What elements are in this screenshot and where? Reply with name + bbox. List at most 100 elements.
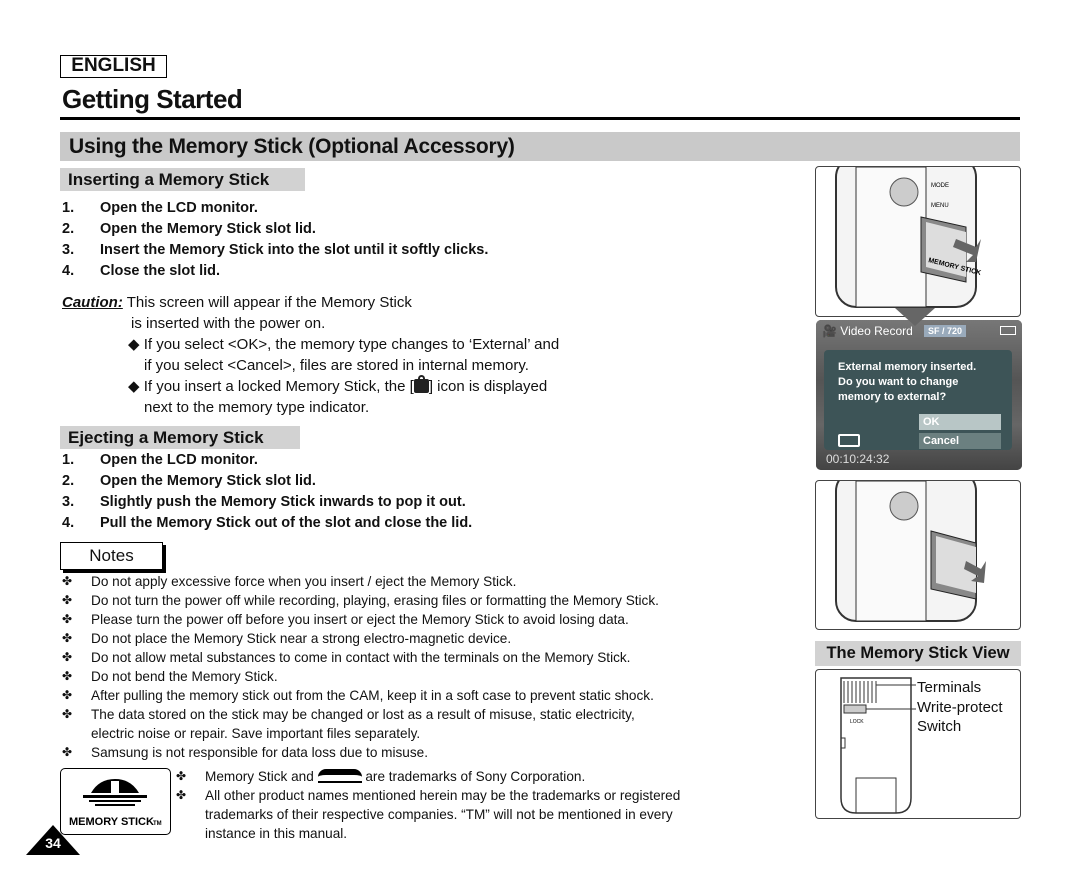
dialog-line: memory to external? — [838, 391, 947, 403]
step-text: Open the Memory Stick slot lid. — [100, 221, 316, 237]
camera-insert-image: MODE MENU MEMORY STICK — [835, 167, 982, 308]
step: 1. Open the LCD monitor. — [62, 200, 662, 221]
step-text: Open the Memory Stick slot lid. — [100, 473, 316, 489]
note-text: Please turn the power off before you ins… — [91, 612, 629, 627]
memory-stick-logo-icon: MEMORY STICK TM — [69, 779, 162, 828]
caution-bullet: if you select <Cancel>, files are stored… — [144, 357, 529, 374]
lcd-screen: 🎥 Video Record SF / 720 External memory … — [816, 320, 1022, 470]
dialog-line: Do you want to change — [838, 376, 959, 388]
note-item: ✤ Please turn the power off before you in… — [62, 612, 742, 631]
svg-text:MODE: MODE — [931, 183, 949, 189]
page-number: 34 — [45, 835, 61, 851]
step: 4. Close the slot lid. — [62, 263, 662, 284]
trademark-text: All other product names mentioned herein… — [205, 788, 681, 803]
bullet-icon: ✤ — [176, 788, 187, 802]
step-number: 4. — [62, 515, 75, 531]
caution-text: This screen will appear if the Memory St… — [126, 294, 412, 311]
note-item: ✤ Samsung is not responsible for data los… — [62, 745, 742, 764]
memory-card-icon — [838, 434, 860, 447]
caution-bullet: ] icon is displayed — [428, 378, 548, 395]
step-text: Insert the Memory Stick into the slot un… — [100, 242, 489, 258]
stick-view-illustration: LOCK Terminals Write-protect Switch — [815, 669, 1021, 819]
svg-text:MEMORY STICK: MEMORY STICK — [69, 816, 154, 828]
bullet-icon: ✤ — [62, 707, 73, 721]
step: 4. Pull the Memory Stick out of the slot … — [62, 515, 662, 536]
stick-view-heading: The Memory Stick View — [815, 641, 1021, 666]
note-text: electric noise or repair. Save important… — [91, 726, 421, 741]
step-number: 2. — [62, 473, 75, 489]
ok-button[interactable]: OK — [919, 414, 1001, 430]
trademark-text: trademarks of their respective companies… — [205, 807, 673, 822]
note-text: Do not turn the power off while recordin… — [91, 593, 659, 608]
step: 1. Open the LCD monitor. — [62, 452, 662, 473]
terminals-label: Terminals — [917, 679, 982, 696]
step-number: 2. — [62, 221, 75, 237]
note-item: ✤ Do not allow metal substances to come i… — [62, 650, 742, 669]
bullet-icon: ✤ — [62, 745, 73, 759]
step-text: Open the LCD monitor. — [100, 452, 258, 468]
title-rule — [60, 117, 1020, 120]
trademark-text: Memory Stick and — [205, 769, 314, 784]
lcd-dialog: External memory inserted. Do you want to… — [824, 350, 1012, 450]
note-text: Do not place the Memory Stick near a str… — [91, 631, 512, 646]
caution-label: Caution: — [62, 294, 123, 311]
trademark-text: are trademarks of Sony Corporation. — [365, 769, 586, 784]
chapter-title: Getting Started — [62, 84, 243, 114]
note-item: ✤ The data stored on the stick may be cha… — [62, 707, 742, 726]
inserting-steps: 1. Open the LCD monitor. 2. Open the Memor… — [62, 200, 662, 284]
note-text: The data stored on the stick may be chan… — [91, 707, 635, 722]
camcorder-icon: 🎥 — [822, 324, 837, 338]
step-text: Pull the Memory Stick out of the slot an… — [100, 515, 473, 531]
inserting-heading: Inserting a Memory Stick — [60, 168, 305, 191]
lcd-mode-text: Video Record — [840, 324, 913, 338]
step: 3. Slightly push the Memory Stick inwards… — [62, 494, 662, 515]
bullet-icon: ✤ — [62, 650, 73, 664]
battery-icon — [1000, 326, 1016, 335]
step-text: Close the slot lid. — [100, 263, 221, 279]
caution-bullet: ◆ If you select <OK>, the memory type ch… — [128, 336, 560, 353]
trademark-notes: ✤ Memory Stick and are trademarks of Sony… — [176, 769, 756, 845]
step-text: Slightly push the Memory Stick inwards t… — [100, 494, 466, 510]
step: 2. Open the Memory Stick slot lid. — [62, 221, 662, 242]
svg-text:LOCK: LOCK — [850, 719, 864, 725]
step-number: 3. — [62, 242, 75, 258]
bullet-icon: ✤ — [62, 593, 73, 607]
insert-illustration: MODE MENU MEMORY STICK — [815, 166, 1021, 317]
note-text: After pulling the memory stick out from … — [91, 688, 654, 703]
time-counter: 00:10:24:32 — [826, 452, 890, 466]
bullet-icon: ✤ — [62, 669, 73, 683]
language-label: ENGLISH — [60, 55, 167, 78]
caution-text: is inserted with the power on. — [131, 315, 326, 332]
step: 3. Insert the Memory Stick into the slot … — [62, 242, 662, 263]
ejecting-steps: 1. Open the LCD monitor. 2. Open the Memor… — [62, 452, 662, 536]
eject-illustration — [815, 480, 1021, 630]
note-item: ✤ Do not place the Memory Stick near a st… — [62, 631, 742, 650]
stick-view-labels: Terminals Write-protect Switch — [917, 678, 1003, 737]
quality-indicator: SF / 720 — [924, 325, 967, 337]
caution-block: Caution: This screen will appear if the … — [62, 292, 559, 418]
memory-stick-small-logo-icon — [317, 769, 362, 783]
note-text: Do not apply excessive force when you in… — [91, 574, 517, 589]
down-arrow-icon — [895, 308, 935, 326]
caution-bullet: next to the memory type indicator. — [144, 399, 370, 416]
bullet-icon: ✤ — [62, 574, 73, 588]
bullet-icon: ✤ — [62, 612, 73, 626]
lcd-mode: 🎥 Video Record — [822, 324, 913, 338]
write-protect-label: Write-protect — [917, 698, 1003, 716]
note-item: electric noise or repair. Save important… — [62, 726, 742, 745]
trademark-text: instance in this manual. — [205, 826, 348, 841]
note-item: ✤ Do not apply excessive force when you i… — [62, 574, 742, 593]
bullet-icon: ✤ — [62, 688, 73, 702]
dialog-message: External memory inserted. Do you want to… — [838, 360, 976, 405]
lock-icon — [413, 375, 429, 393]
cancel-button[interactable]: Cancel — [919, 433, 1001, 449]
note-item: ✤ Do not bend the Memory Stick. — [62, 669, 742, 688]
step-number: 1. — [62, 452, 75, 468]
bullet-icon: ✤ — [176, 769, 187, 783]
note-text: Samsung is not responsible for data loss… — [91, 745, 429, 760]
ejecting-heading: Ejecting a Memory Stick — [60, 426, 300, 449]
notes-list: ✤ Do not apply excessive force when you i… — [62, 574, 742, 764]
svg-text:TM: TM — [153, 821, 162, 827]
notes-label: Notes — [60, 542, 163, 570]
camera-eject-image — [835, 481, 986, 622]
